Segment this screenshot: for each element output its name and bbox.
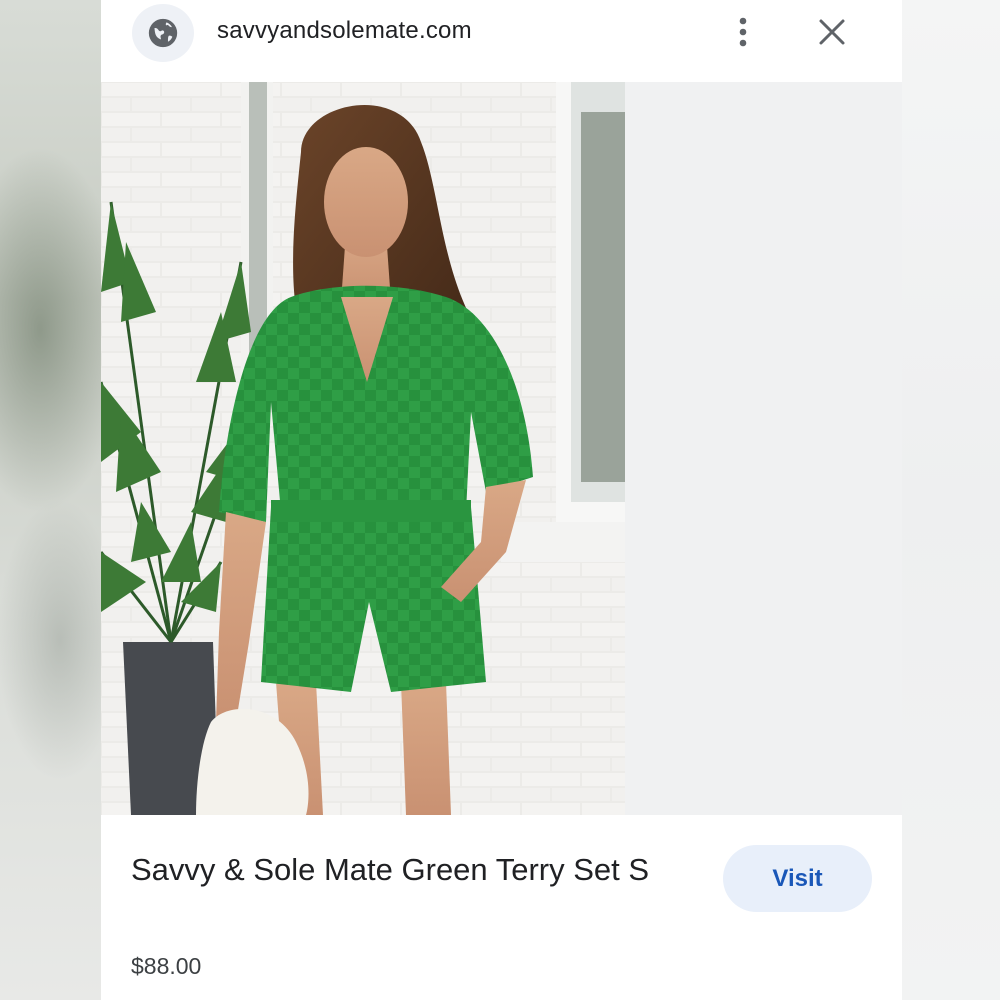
more-vert-icon: [739, 17, 747, 47]
visit-button[interactable]: Visit: [723, 845, 872, 912]
more-options-button[interactable]: [723, 12, 763, 52]
product-photo-illustration: [101, 82, 625, 815]
close-button[interactable]: [812, 12, 852, 52]
close-icon: [819, 19, 845, 45]
background-blur-left: [0, 0, 101, 1000]
product-price: $88.00: [131, 953, 202, 979]
preview-header: savvyandsolemate.com: [101, 0, 902, 82]
product-title: Savvy & Sole Mate Green Terry Set S: [131, 852, 650, 887]
product-image-area: [101, 82, 902, 815]
background-blur-right: [902, 0, 1000, 1000]
product-photo[interactable]: [101, 82, 625, 815]
product-preview-card: savvyandsolemate.com Savvy & Sole Mate G…: [101, 0, 902, 1000]
globe-icon: [132, 4, 194, 62]
site-domain[interactable]: savvyandsolemate.com: [217, 17, 472, 45]
